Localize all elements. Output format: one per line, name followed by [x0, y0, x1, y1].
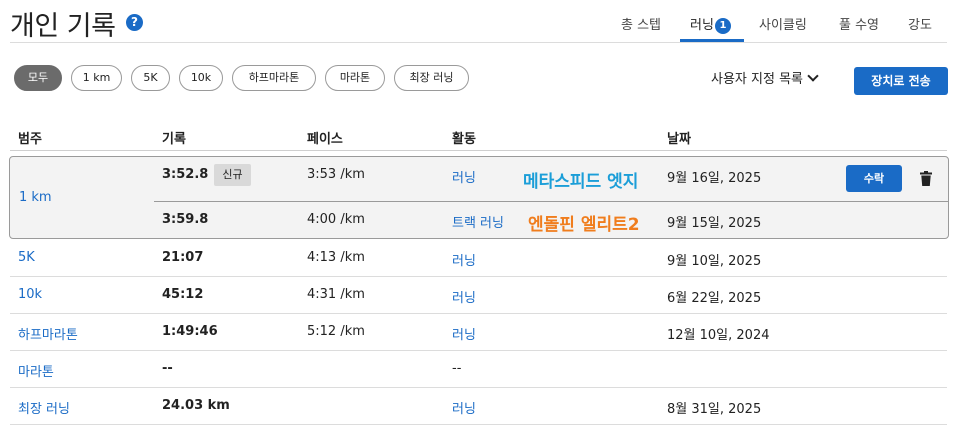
date-value: 9월 15일, 2025 [667, 216, 762, 231]
filter-1km[interactable]: 1 km [71, 65, 122, 91]
row-divider [10, 387, 947, 388]
shoe-annotation: 엔돌핀 엘리트2 [528, 215, 640, 235]
record-value: 3:52.8 [162, 167, 209, 182]
tab-total-steps[interactable]: 총 스텝 [621, 14, 661, 33]
group-divider [154, 201, 948, 202]
pace-value: 4:31 /km [307, 287, 365, 302]
record-value: 3:59.8 [162, 212, 209, 227]
column-header-date: 날짜 [667, 132, 691, 147]
activity-link[interactable]: 러닝 [452, 324, 476, 343]
column-header-activity: 활동 [452, 132, 476, 147]
category-1km[interactable]: 1 km [19, 190, 52, 205]
filter-all[interactable]: 모두 [14, 65, 62, 91]
new-badge: 신규 [214, 164, 251, 186]
filter-marathon[interactable]: 마라톤 [325, 65, 385, 91]
tab-pool-swim[interactable]: 풀 수영 [839, 14, 879, 33]
category-longest-run[interactable]: 최장 러닝 [18, 398, 70, 417]
activity-link[interactable]: 러닝 [452, 250, 476, 269]
row-divider [10, 350, 947, 351]
custom-list-label: 사용자 지정 목록 [711, 72, 803, 87]
page-title: 개인 기록 [10, 11, 116, 42]
filter-half-marathon[interactable]: 하프마라톤 [232, 65, 316, 91]
activity-link[interactable]: 러닝 [452, 398, 476, 417]
date-value: 6월 22일, 2025 [667, 291, 762, 306]
category-10k[interactable]: 10k [18, 287, 42, 302]
tab-strength[interactable]: 강도 [908, 14, 932, 33]
pace-value: 3:53 /km [307, 167, 365, 182]
category-marathon[interactable]: 마라톤 [18, 361, 54, 380]
date-value: 12월 10일, 2024 [667, 328, 770, 343]
pace-value: 4:13 /km [307, 250, 365, 265]
custom-list-dropdown[interactable]: 사용자 지정 목록 [711, 68, 819, 87]
row-divider [10, 424, 947, 425]
trash-icon[interactable] [920, 171, 932, 186]
filter-10k[interactable]: 10k [179, 65, 223, 91]
filter-longest-run[interactable]: 최장 러닝 [394, 65, 469, 91]
row-divider [10, 313, 947, 314]
send-to-device-button[interactable]: 장치로 전송 [854, 67, 948, 95]
tab-running[interactable]: 러닝 1 [690, 14, 731, 34]
chevron-down-icon [807, 70, 819, 82]
activity-link[interactable]: 트랙 러닝 [452, 212, 504, 231]
tab-running-badge: 1 [714, 18, 731, 34]
pace-value: 4:00 /km [307, 212, 365, 227]
date-value: 8월 31일, 2025 [667, 402, 762, 417]
category-5k[interactable]: 5K [18, 250, 35, 265]
activity-value: -- [452, 361, 462, 376]
record-value: 1:49:46 [162, 324, 218, 339]
column-header-pace: 페이스 [307, 132, 343, 147]
record-value: 24.03 km [162, 398, 230, 413]
header-divider [10, 42, 947, 43]
category-half-marathon[interactable]: 하프마라톤 [18, 324, 78, 343]
pace-value: 5:12 /km [307, 324, 365, 339]
record-value: -- [162, 361, 173, 376]
tab-cycling[interactable]: 사이클링 [759, 14, 807, 33]
record-value: 45:12 [162, 287, 204, 302]
column-header-category: 범주 [18, 132, 42, 147]
row-divider [10, 276, 947, 277]
activity-link[interactable]: 러닝 [452, 167, 476, 186]
column-header-record: 기록 [162, 132, 186, 147]
date-value: 9월 10일, 2025 [667, 254, 762, 269]
filter-5k[interactable]: 5K [131, 65, 170, 91]
record-value: 21:07 [162, 250, 204, 265]
accept-button[interactable]: 수락 [846, 165, 902, 192]
table-header-divider [10, 150, 947, 151]
date-value: 9월 16일, 2025 [667, 171, 762, 186]
shoe-annotation: 메타스피드 엣지 [523, 172, 639, 192]
tab-running-label: 러닝 [690, 18, 714, 33]
help-icon[interactable]: ? [126, 14, 143, 31]
activity-link[interactable]: 러닝 [452, 287, 476, 306]
